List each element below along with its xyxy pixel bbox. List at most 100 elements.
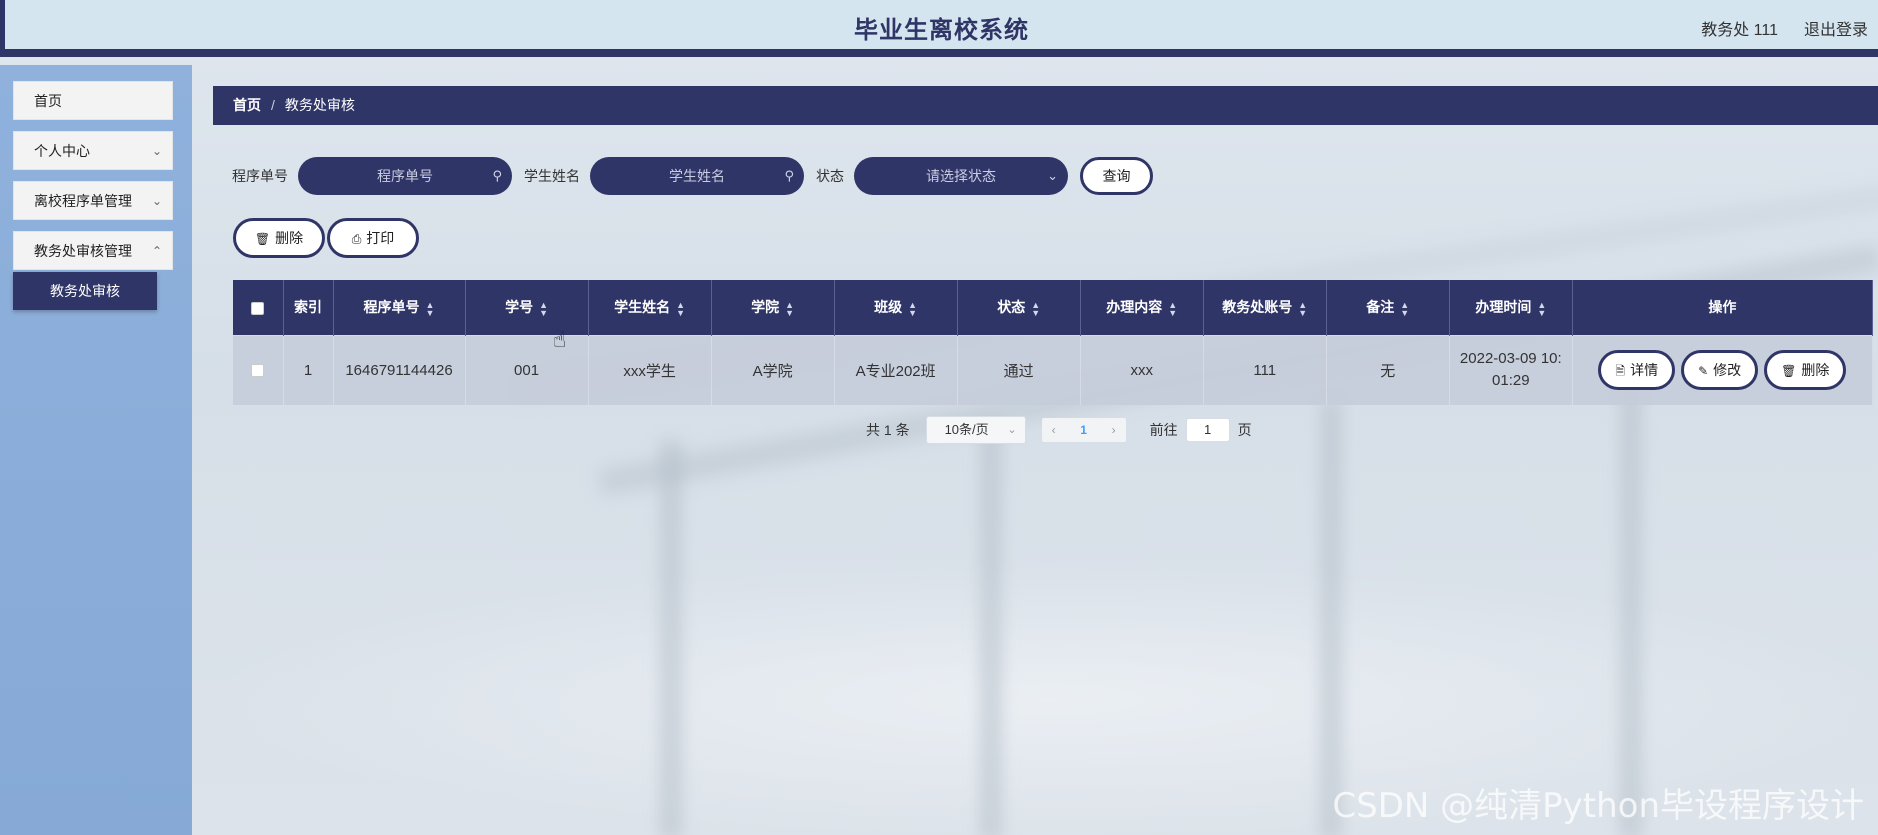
- printer-icon: ⎙: [351, 232, 362, 246]
- sidebar-item-personal-center[interactable]: 个人中心 ⌄: [13, 131, 173, 170]
- print-label: 打印: [366, 230, 395, 246]
- top-header: 毕业生离校系统 教务处 111 退出登录: [0, 0, 1878, 57]
- sidebar: 首页 个人中心 ⌄ 离校程序单管理 ⌄ 教务处审核管理 ⌃ 教务处审核: [0, 65, 192, 835]
- query-button[interactable]: 查询: [1080, 157, 1153, 195]
- cell-order-no: 1646791144426: [333, 334, 466, 405]
- cell-time-line2: 01:29: [1492, 372, 1530, 390]
- cell-account: 111: [1203, 334, 1327, 405]
- column-label: 备注: [1366, 299, 1395, 316]
- print-button[interactable]: ⎙ 打印: [327, 218, 419, 258]
- cell-college: A学院: [711, 334, 835, 405]
- detail-label: 详情: [1630, 362, 1659, 379]
- status-select[interactable]: 请选择状态 ⌄: [854, 157, 1068, 195]
- sort-icon[interactable]: ▲ ▼: [676, 300, 685, 317]
- sidebar-item-leave-order-management[interactable]: 离校程序单管理 ⌄: [13, 181, 173, 220]
- column-label: 学生姓名: [614, 299, 671, 316]
- page-size-value: 10条/页: [944, 422, 989, 437]
- column-header[interactable]: 学号 ▲ ▼: [465, 280, 589, 335]
- trash-icon: 🗑: [1781, 364, 1797, 379]
- current-page[interactable]: 1: [1066, 418, 1102, 442]
- cell-remark: 无: [1326, 334, 1450, 405]
- sidebar-item-label: 个人中心: [34, 143, 90, 159]
- sort-icon[interactable]: ▲ ▼: [1298, 300, 1307, 317]
- cell-time: 2022-03-09 10: 01:29: [1449, 334, 1573, 405]
- goto-label: 前往: [1149, 422, 1178, 438]
- column-label: 索引: [294, 299, 322, 316]
- column-header[interactable]: 程序单号 ▲ ▼: [333, 280, 466, 335]
- column-header[interactable]: 班级 ▲ ▼: [834, 280, 958, 335]
- row-select-cell: [233, 334, 284, 405]
- search-icon: ⚲: [492, 168, 502, 183]
- edit-button[interactable]: ✎ 修改: [1681, 350, 1759, 391]
- trash-icon: 🗑: [254, 232, 271, 246]
- order-no-placeholder: 程序单号: [377, 168, 433, 184]
- sort-icon[interactable]: ▲ ▼: [785, 300, 794, 317]
- cell-time-line1: 2022-03-09 10:: [1459, 350, 1562, 368]
- column-header[interactable]: 状态 ▲ ▼: [957, 280, 1081, 335]
- column-header[interactable]: 备注 ▲ ▼: [1326, 280, 1450, 335]
- document-icon: 🗎: [1615, 364, 1626, 379]
- sidebar-item-label: 首页: [34, 93, 62, 109]
- status-label: 状态: [816, 168, 844, 184]
- table-row: 1 1646791144426 001 xxx学生 A学院 A专业202班 通过…: [233, 334, 1874, 405]
- edit-label: 修改: [1713, 362, 1742, 379]
- column-label: 程序单号: [363, 299, 420, 316]
- sort-icon[interactable]: ▲ ▼: [908, 300, 917, 317]
- column-header[interactable]: 教务处账号 ▲ ▼: [1203, 280, 1327, 335]
- column-label: 教务处账号: [1222, 299, 1293, 316]
- sort-icon[interactable]: ▲ ▼: [1031, 300, 1040, 317]
- column-header[interactable]: 学生姓名 ▲ ▼: [588, 280, 712, 335]
- column-label: 学院: [751, 299, 780, 316]
- column-header[interactable]: 办理时间 ▲ ▼: [1449, 280, 1573, 335]
- sidebar-item-academic-review-management[interactable]: 教务处审核管理 ⌃: [13, 231, 173, 270]
- sort-icon[interactable]: ▲ ▼: [1400, 300, 1409, 317]
- review-table: 索引 程序单号 ▲ ▼ 学号 ▲ ▼ 学生姓名 ▲ ▼ 学院 ▲ ▼ 班级 ▲ ▼ 状态 ▲ ▼ 办理内…: [233, 280, 1874, 405]
- chevron-up-icon: ⌃: [151, 244, 162, 258]
- column-header[interactable]: 办理内容 ▲ ▼: [1080, 280, 1204, 335]
- order-no-label: 程序单号: [232, 168, 288, 184]
- breadcrumb-separator: /: [271, 97, 275, 113]
- edit-icon: ✎: [1698, 364, 1709, 379]
- breadcrumb-home[interactable]: 首页: [233, 97, 261, 113]
- chevron-down-icon: ⌄: [151, 144, 162, 158]
- row-delete-button[interactable]: 🗑 删除: [1764, 350, 1847, 391]
- sort-icon[interactable]: ▲ ▼: [1168, 300, 1177, 317]
- page-size-select[interactable]: 10条/页 ⌄: [925, 416, 1026, 444]
- cell-student-no: 001: [465, 334, 589, 405]
- student-name-input[interactable]: 学生姓名 ⚲: [590, 157, 804, 195]
- sort-icon[interactable]: ▲ ▼: [539, 300, 548, 317]
- student-name-label: 学生姓名: [524, 168, 580, 184]
- chevron-down-icon: ⌄: [1007, 424, 1017, 436]
- page-unit-label: 页: [1237, 422, 1252, 438]
- batch-delete-label: 删除: [275, 230, 304, 246]
- status-placeholder: 请选择状态: [926, 168, 996, 184]
- row-checkbox[interactable]: [251, 364, 265, 378]
- prev-page-icon[interactable]: ‹: [1042, 418, 1066, 442]
- search-icon: ⚲: [784, 168, 794, 183]
- student-name-placeholder: 学生姓名: [669, 168, 725, 184]
- sort-icon[interactable]: ▲ ▼: [1537, 300, 1546, 317]
- sidebar-item-home[interactable]: 首页: [13, 81, 173, 120]
- detail-button[interactable]: 🗎 详情: [1598, 350, 1676, 391]
- watermark: CSDN @纯清Python毕设程序设计: [1332, 786, 1864, 826]
- select-all-header: [233, 280, 284, 335]
- current-user: 教务处 111: [1701, 22, 1778, 39]
- sort-icon[interactable]: ▲ ▼: [426, 300, 435, 317]
- cell-class: A专业202班: [834, 334, 958, 405]
- goto-page-input[interactable]: 1: [1185, 418, 1230, 442]
- next-page-icon[interactable]: ›: [1102, 418, 1126, 442]
- select-all-checkbox[interactable]: [251, 302, 265, 316]
- batch-delete-button[interactable]: 🗑 删除: [233, 218, 325, 258]
- cell-content: xxx: [1080, 334, 1204, 405]
- order-no-input[interactable]: 程序单号 ⚲: [298, 157, 512, 195]
- breadcrumb: 首页 / 教务处审核: [213, 86, 1878, 125]
- hand-cursor-icon: ☝: [553, 327, 567, 352]
- logout-link[interactable]: 退出登录: [1804, 16, 1868, 40]
- column-header[interactable]: 学院 ▲ ▼: [711, 280, 835, 335]
- sidebar-subitem-academic-review[interactable]: 教务处审核: [13, 272, 157, 310]
- column-label: 办理时间: [1475, 299, 1532, 316]
- table-header-row: 索引 程序单号 ▲ ▼ 学号 ▲ ▼ 学生姓名 ▲ ▼ 学院 ▲ ▼ 班级 ▲ ▼ 状态 ▲ ▼ 办理内…: [233, 280, 1874, 335]
- sidebar-item-label: 离校程序单管理: [34, 193, 132, 209]
- cell-index: 1: [283, 334, 334, 405]
- chevron-down-icon: ⌄: [151, 194, 162, 208]
